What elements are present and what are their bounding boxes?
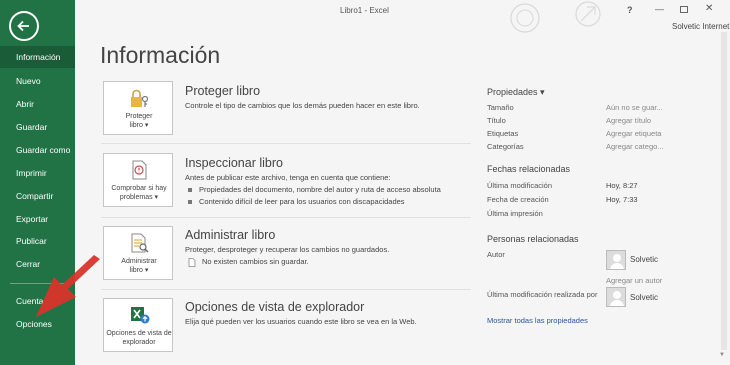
browser-view-desc: Elija qué pueden ver los usuarios cuando… [185, 317, 417, 326]
manage-note-text: No existen cambios sin guardar. [202, 257, 309, 266]
protect-button-label: Proteger [125, 113, 153, 120]
protect-title: Proteger libro [185, 84, 261, 98]
manage-desc: Proteger, desproteger y recuperar los ca… [185, 245, 390, 254]
author-label: Autor [487, 250, 505, 259]
sidebar-item-exportar[interactable]: Exportar [0, 208, 75, 230]
back-arrow-icon [17, 20, 29, 32]
properties-heading[interactable]: Propiedades ▾ [487, 87, 545, 98]
section-divider [101, 289, 471, 290]
inspect-bullet-text: Propiedades del documento, nombre del au… [199, 185, 441, 194]
annotation-arrow-icon [36, 255, 100, 317]
scroll-down-icon[interactable]: ▼ [719, 352, 725, 358]
section-divider [101, 217, 471, 218]
title-bar: Libro1 - Excel ? — ✕ Solvetic Internet [75, 0, 730, 33]
modified-by-name[interactable]: Solvetic [630, 293, 658, 302]
sidebar-item-nuevo[interactable]: Nuevo [0, 70, 75, 92]
manage-note: No existen cambios sin guardar. [188, 257, 309, 267]
inspect-title: Inspeccionar libro [185, 156, 283, 170]
manage-workbook-button[interactable]: Administrar libro ▾ [103, 226, 173, 280]
property-label: Etiquetas [487, 129, 519, 138]
sidebar-item-abrir[interactable]: Abrir [0, 93, 75, 115]
manage-document-icon [131, 233, 149, 253]
title-field[interactable]: Agregar título [606, 116, 651, 125]
show-all-properties-link[interactable]: Mostrar todas las propiedades [487, 316, 588, 325]
date-value: Hoy, 8:27 [606, 181, 638, 190]
date-value: Hoy, 7:33 [606, 195, 638, 204]
sidebar-item-guardar-como[interactable]: Guardar como [0, 139, 75, 161]
document-icon [188, 257, 196, 267]
inspect-bullet-text: Contenido difícil de leer para los usuar… [199, 197, 405, 206]
account-name[interactable]: Solvetic Internet [672, 22, 729, 31]
browser-view-button-label: Opciones de vista de [106, 330, 172, 337]
sidebar-item-informacion[interactable]: Información [0, 46, 75, 68]
check-issues-button[interactable]: Comprobar si hay problemas ▾ [103, 153, 173, 207]
sidebar-item-imprimir[interactable]: Imprimir [0, 162, 75, 184]
scrollbar[interactable] [721, 32, 727, 350]
property-label: Categorías [487, 142, 524, 151]
add-author-field[interactable]: Agregar un autor [606, 276, 662, 285]
dates-heading: Fechas relacionadas [487, 164, 571, 174]
manage-title: Administrar libro [185, 228, 276, 242]
browser-view-options-button[interactable]: Opciones de vista de explorador [103, 298, 173, 352]
manage-button-dropdown: libro ▾ [129, 267, 149, 274]
section-divider [101, 143, 471, 144]
browser-view-button-label-2: explorador [122, 339, 156, 346]
browser-view-title: Opciones de vista de explorador [185, 300, 365, 314]
inspect-bullet: Propiedades del documento, nombre del au… [188, 185, 441, 194]
close-button[interactable]: ✕ [705, 3, 713, 14]
check-issues-button-label: Comprobar si hay [111, 185, 167, 192]
date-label: Última modificación [487, 181, 553, 190]
author-name[interactable]: Solvetic [630, 255, 658, 264]
excel-web-icon [131, 307, 150, 324]
minimize-button[interactable]: — [655, 4, 664, 14]
property-label: Tamaño [487, 103, 514, 112]
inspect-bullet: Contenido difícil de leer para los usuar… [188, 197, 405, 206]
manage-button-label: Administrar [121, 258, 157, 265]
protect-button-dropdown: libro ▾ [129, 122, 149, 129]
property-label: Título [487, 116, 506, 125]
back-button[interactable] [9, 11, 39, 41]
help-button[interactable]: ? [627, 5, 633, 15]
check-issues-button-dropdown: problemas ▾ [119, 194, 159, 201]
lock-key-icon [131, 89, 149, 107]
date-label: Última impresión [487, 209, 543, 218]
categories-field[interactable]: Agregar catego... [606, 142, 664, 151]
sidebar-item-guardar[interactable]: Guardar [0, 116, 75, 138]
inspect-document-icon [132, 160, 147, 180]
property-value: Aún no se guar... [606, 103, 663, 112]
protect-desc: Controle el tipo de cambios que los demá… [185, 101, 420, 110]
sidebar-item-publicar[interactable]: Publicar [0, 230, 75, 252]
inspect-desc: Antes de publicar este archivo, tenga en… [185, 173, 391, 182]
page-title: Información [100, 42, 221, 68]
date-label: Fecha de creación [487, 195, 549, 204]
maximize-button[interactable] [680, 6, 688, 13]
people-heading: Personas relacionadas [487, 234, 579, 244]
modified-by-avatar [606, 287, 626, 307]
protect-workbook-button[interactable]: Proteger libro ▾ [103, 81, 173, 135]
decorative-background-icon [510, 1, 601, 33]
sidebar-item-compartir[interactable]: Compartir [0, 185, 75, 207]
tags-field[interactable]: Agregar etiqueta [606, 129, 661, 138]
author-avatar [606, 250, 626, 270]
window-title: Libro1 - Excel [340, 6, 389, 15]
modified-by-label: Última modificación realizada por [487, 290, 598, 299]
